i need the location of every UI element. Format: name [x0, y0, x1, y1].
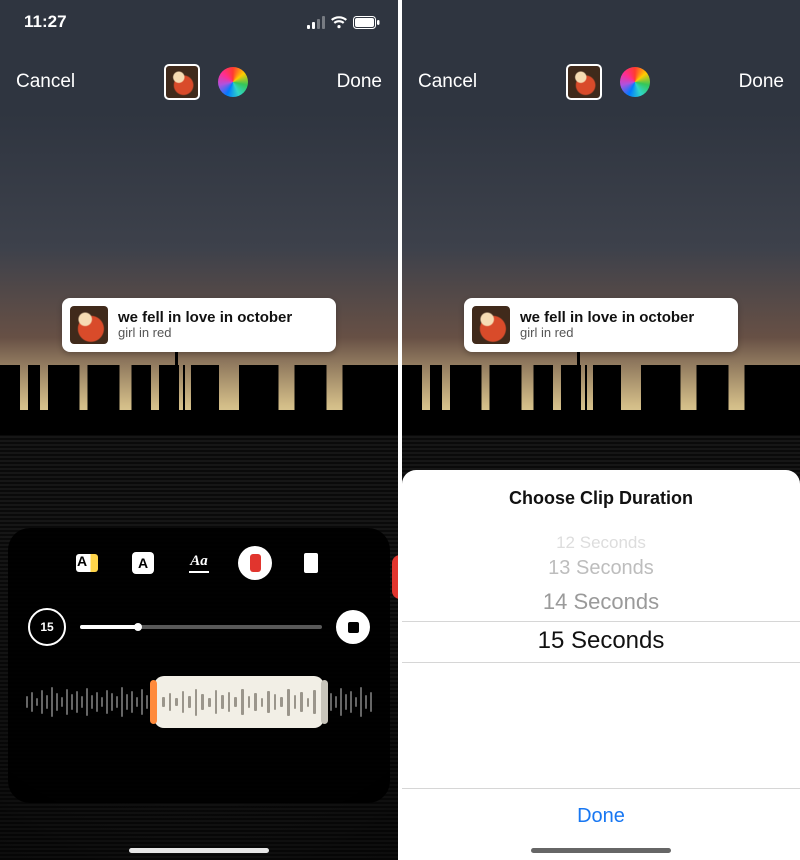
- home-indicator: [129, 848, 269, 853]
- lyrics-style-option-3[interactable]: Aa: [182, 546, 216, 580]
- phone-right: Cancel Done we fell in love in october g…: [402, 0, 800, 860]
- music-sticker[interactable]: we fell in love in october girl in red: [62, 298, 336, 352]
- done-button[interactable]: Done: [337, 71, 382, 93]
- lyrics-style-option-5[interactable]: [294, 546, 328, 580]
- progress-fill: [80, 625, 138, 629]
- stop-icon: [348, 622, 359, 633]
- cell-signal-icon: [307, 16, 325, 29]
- album-cover-icon: [70, 306, 108, 344]
- lyrics-style-option-2[interactable]: A: [126, 546, 160, 580]
- editor-toolbar: Cancel Done: [402, 55, 800, 109]
- cancel-button[interactable]: Cancel: [16, 71, 75, 93]
- editor-toolbar: Cancel Done: [0, 55, 398, 109]
- cancel-button[interactable]: Cancel: [418, 71, 477, 93]
- album-thumb-button[interactable]: [164, 64, 200, 100]
- song-progress-slider[interactable]: [80, 625, 322, 629]
- battery-icon: [353, 16, 380, 29]
- waveform-scrubber[interactable]: [22, 674, 376, 730]
- progress-thumb-icon: [134, 623, 142, 631]
- phone-left: 11:27 Cancel: [0, 0, 398, 860]
- lyrics-style-option-1[interactable]: A: [70, 546, 104, 580]
- song-title: we fell in love in october: [118, 309, 292, 326]
- status-bar: 11:27: [0, 0, 398, 44]
- color-wheel-button[interactable]: [218, 67, 248, 97]
- clip-duration-button[interactable]: 15: [28, 608, 66, 646]
- home-indicator: [531, 848, 671, 853]
- carousel-peek-icon: [392, 555, 398, 599]
- duration-option-selected[interactable]: 15 Seconds: [402, 627, 800, 655]
- duration-option[interactable]: 13 Seconds: [402, 557, 800, 580]
- color-wheel-button[interactable]: [620, 67, 650, 97]
- duration-option[interactable]: 12 Seconds: [402, 533, 800, 553]
- duration-sheet: Choose Clip Duration 12 Seconds 13 Secon…: [402, 470, 800, 860]
- clock: 11:27: [24, 12, 67, 32]
- selected-clip-window[interactable]: [154, 676, 324, 728]
- stop-preview-button[interactable]: [336, 610, 370, 644]
- lyrics-style-row: A A Aa: [22, 546, 376, 580]
- song-artist: girl in red: [118, 326, 292, 341]
- lyrics-style-option-4-selected[interactable]: [238, 546, 272, 580]
- wifi-icon: [330, 15, 348, 29]
- done-button[interactable]: Done: [739, 71, 784, 93]
- duration-option[interactable]: 14 Seconds: [402, 589, 800, 615]
- album-thumb-button[interactable]: [566, 64, 602, 100]
- sheet-title: Choose Clip Duration: [402, 488, 800, 509]
- duration-picker[interactable]: 12 Seconds 13 Seconds 14 Seconds 15 Seco…: [402, 517, 800, 788]
- music-editor-panel: A A Aa 15: [8, 528, 390, 803]
